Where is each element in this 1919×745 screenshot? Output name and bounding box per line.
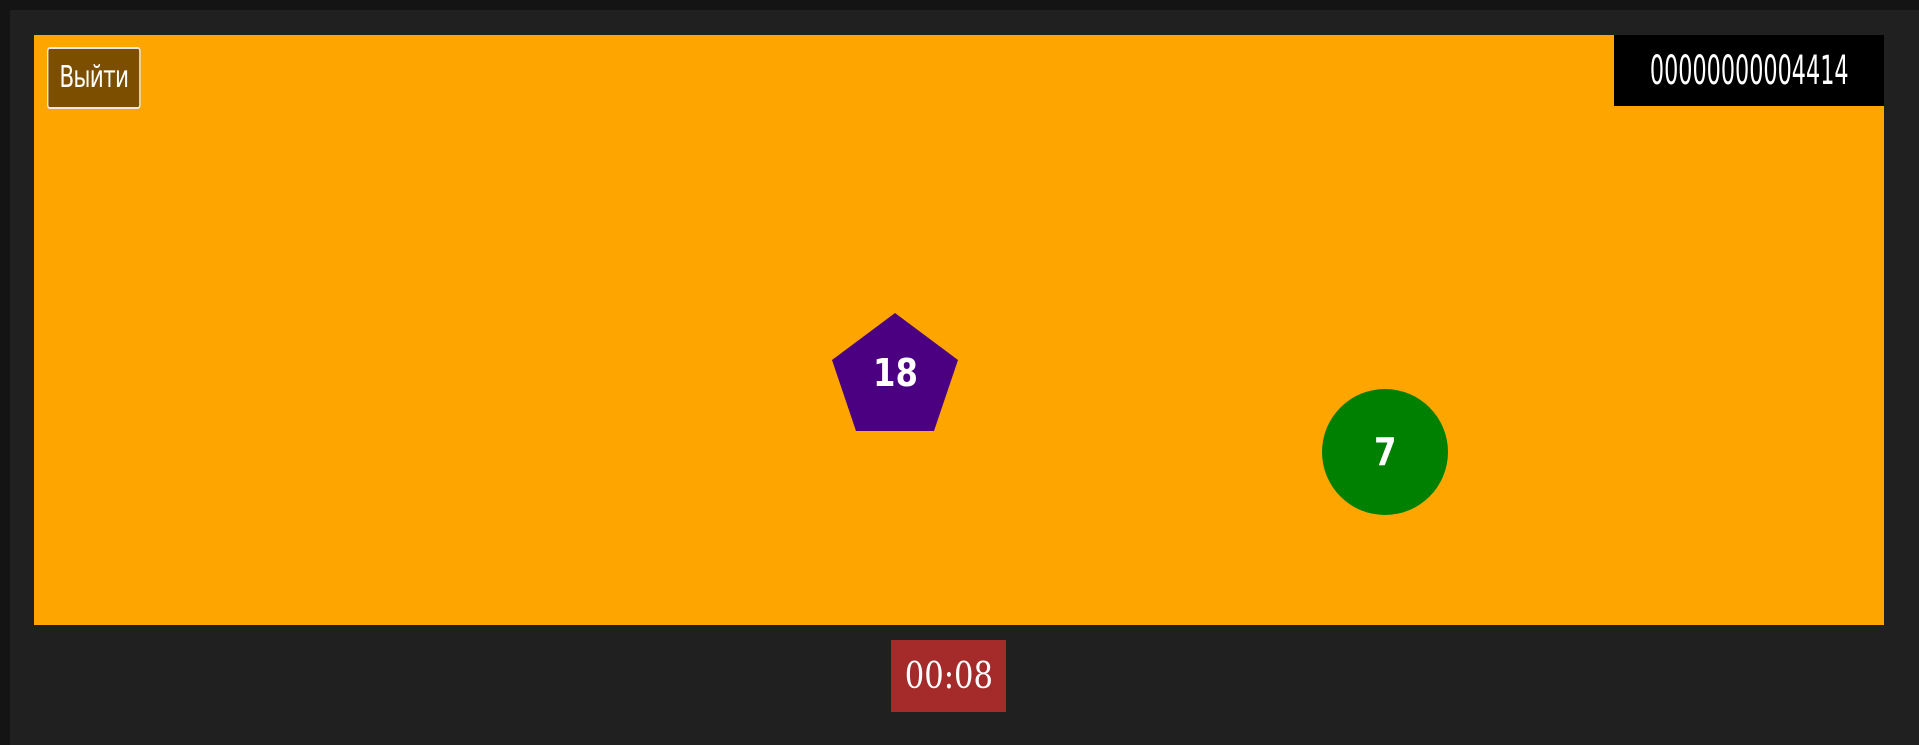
timer-text: 00:08 [904,655,993,697]
score-counter: 00000000004414 [1649,47,1849,94]
game-field[interactable]: Выйти 00000000004414 18 7 [34,35,1884,625]
exit-button[interactable]: Выйти [47,47,141,109]
pentagon-number: 18 [872,351,918,395]
circle-number: 7 [1373,430,1397,474]
pentagon-target[interactable]: 18 [832,313,958,433]
circle-target[interactable]: 7 [1322,389,1448,515]
timer: 00:08 [891,640,1006,712]
score-panel: 00000000004414 [1614,35,1884,106]
